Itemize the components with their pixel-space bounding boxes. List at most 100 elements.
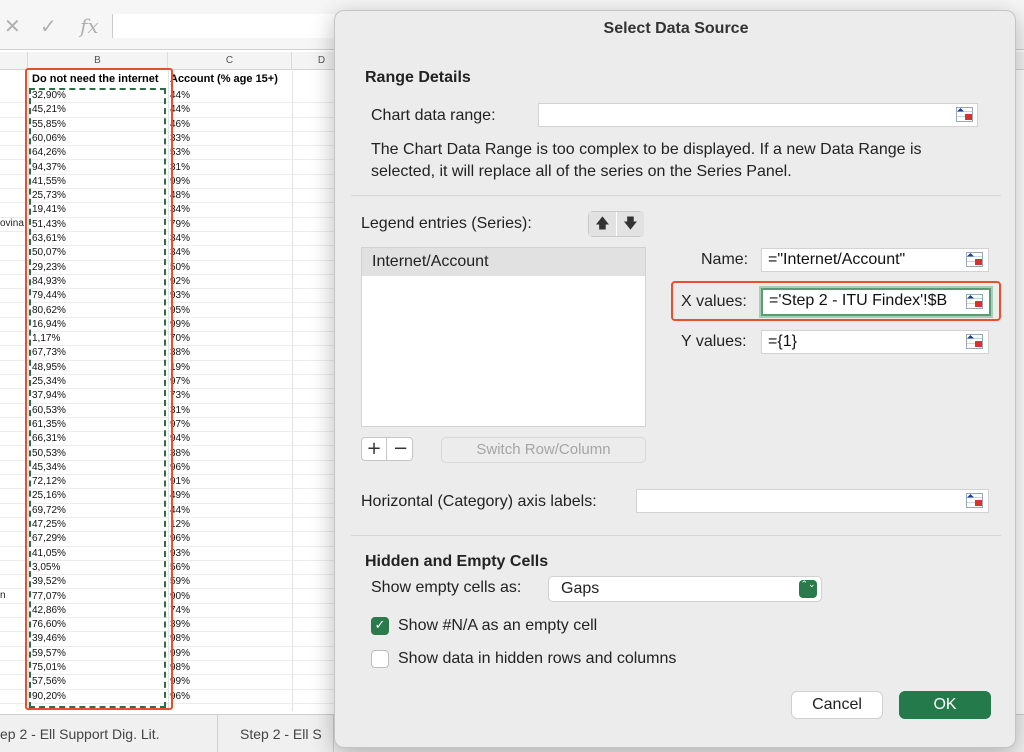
cell-c[interactable]: 38% — [170, 346, 190, 360]
cell-c[interactable]: 49% — [170, 489, 190, 503]
cell-c[interactable]: 99% — [170, 318, 190, 332]
cell-b[interactable]: 1,17% — [32, 332, 60, 346]
cell-b[interactable]: 84,93% — [32, 275, 66, 289]
cancel-edit-icon[interactable]: ✕ — [4, 14, 21, 38]
cell-b[interactable]: 94,37% — [32, 161, 66, 175]
move-down-arrow-icon[interactable]: 🡇 — [617, 212, 644, 236]
cell-c[interactable]: 99% — [170, 647, 190, 661]
cell-b[interactable]: 67,29% — [32, 532, 66, 546]
cell-b[interactable]: 80,62% — [32, 304, 66, 318]
cell-c[interactable]: 97% — [170, 375, 190, 389]
confirm-edit-icon[interactable]: ✓ — [40, 14, 57, 38]
cell-b[interactable]: 90,20% — [32, 690, 66, 704]
cell-b[interactable]: 16,94% — [32, 318, 66, 332]
cell-c[interactable]: 39% — [170, 618, 190, 632]
formula-input[interactable] — [112, 14, 342, 38]
cell-b[interactable]: 45,34% — [32, 461, 66, 475]
cell-c[interactable]: 44% — [170, 103, 190, 117]
cell-b[interactable]: 47,25% — [32, 518, 66, 532]
remove-series-button[interactable]: − — [388, 438, 413, 460]
cell-c[interactable]: 56% — [170, 561, 190, 575]
cell-b[interactable]: 45,21% — [32, 103, 66, 117]
cell-c[interactable]: 90% — [170, 590, 190, 604]
range-picker-icon[interactable] — [955, 106, 975, 124]
cell-c[interactable]: 95% — [170, 304, 190, 318]
cell-b[interactable]: 37,94% — [32, 389, 66, 403]
cell-b[interactable]: 3,05% — [32, 561, 60, 575]
ok-button[interactable]: OK — [899, 691, 991, 719]
y-values-field[interactable]: ={1} — [761, 330, 989, 354]
cell-b[interactable]: 79,44% — [32, 289, 66, 303]
cell-b[interactable]: 60,53% — [32, 404, 66, 418]
cell-c[interactable]: 93% — [170, 547, 190, 561]
y-values-range-picker-icon[interactable] — [965, 333, 985, 351]
cell-b[interactable]: 32,90% — [32, 89, 66, 103]
cancel-button[interactable]: Cancel — [791, 691, 883, 719]
cell-b[interactable]: 51,43% — [32, 218, 66, 232]
cell-b[interactable]: 61,35% — [32, 418, 66, 432]
cell-c[interactable]: 59% — [170, 575, 190, 589]
cell-b[interactable]: 41,05% — [32, 547, 66, 561]
cell-b[interactable]: 60,06% — [32, 132, 66, 146]
cell-b[interactable]: 19,41% — [32, 203, 66, 217]
function-icon[interactable]: fx — [80, 14, 99, 38]
cell-b[interactable]: 72,12% — [32, 475, 66, 489]
add-series-button[interactable]: + — [362, 438, 387, 460]
cell-b[interactable]: 69,72% — [32, 504, 66, 518]
cell-c[interactable]: 44% — [170, 89, 190, 103]
cell-b[interactable]: 57,56% — [32, 675, 66, 689]
series-item[interactable]: Internet/Account — [362, 248, 645, 276]
cell-b[interactable]: 76,60% — [32, 618, 66, 632]
show-hidden-data-checkbox[interactable] — [371, 650, 389, 668]
switch-row-column-button[interactable]: Switch Row/Column — [441, 437, 646, 463]
column-header-b[interactable]: B — [28, 52, 168, 70]
cell-a[interactable]: n — [0, 590, 6, 601]
cell-c[interactable]: 31% — [170, 161, 190, 175]
cell-b[interactable]: 67,73% — [32, 346, 66, 360]
cell-a[interactable]: ovina — [0, 218, 24, 229]
cell-c[interactable]: 70% — [170, 332, 190, 346]
cell-c[interactable]: 94% — [170, 432, 190, 446]
cell-b[interactable]: 39,52% — [32, 575, 66, 589]
cell-c[interactable]: 96% — [170, 532, 190, 546]
cell-c[interactable]: 99% — [170, 675, 190, 689]
cell-c[interactable]: 91% — [170, 475, 190, 489]
cell-b[interactable]: 29,23% — [32, 261, 66, 275]
cell-c[interactable]: 96% — [170, 690, 190, 704]
cell-c[interactable]: 12% — [170, 518, 190, 532]
name-field[interactable]: ="Internet/Account" — [761, 248, 989, 272]
cell-b[interactable]: 25,16% — [32, 489, 66, 503]
cell-c[interactable]: 98% — [170, 632, 190, 646]
cell-c[interactable]: 19% — [170, 361, 190, 375]
chart-data-range-field[interactable] — [538, 103, 978, 127]
cell-b[interactable]: 48,95% — [32, 361, 66, 375]
cell-c[interactable]: 44% — [170, 504, 190, 518]
column-header-a[interactable] — [0, 52, 28, 70]
cell-b[interactable]: 59,57% — [32, 647, 66, 661]
move-up-arrow-icon[interactable]: 🡅 — [589, 212, 616, 236]
cell-b[interactable]: 25,34% — [32, 375, 66, 389]
x-values-range-picker-icon[interactable] — [965, 293, 985, 311]
cell-c[interactable]: 33% — [170, 132, 190, 146]
cell-b[interactable]: 42,86% — [32, 604, 66, 618]
cell-b[interactable]: 77,07% — [32, 590, 66, 604]
cell-c[interactable]: 98% — [170, 661, 190, 675]
header-cell-do-not-need-internet[interactable]: Do not need the internet — [32, 71, 166, 87]
sheet-tab-ell-s[interactable]: Step 2 - Ell S — [230, 715, 334, 752]
axis-labels-range-picker-icon[interactable] — [965, 492, 985, 510]
cell-b[interactable]: 55,85% — [32, 118, 66, 132]
cell-b[interactable]: 75,01% — [32, 661, 66, 675]
cell-c[interactable]: 99% — [170, 175, 190, 189]
cell-b[interactable]: 25,73% — [32, 189, 66, 203]
cell-b[interactable]: 41,55% — [32, 175, 66, 189]
cell-b[interactable]: 66,31% — [32, 432, 66, 446]
cell-c[interactable]: 73% — [170, 389, 190, 403]
show-na-checkbox[interactable]: ✓ — [371, 617, 389, 635]
cell-c[interactable]: 93% — [170, 289, 190, 303]
cell-c[interactable]: 74% — [170, 604, 190, 618]
column-header-c[interactable]: C — [168, 52, 292, 70]
cell-grid[interactable]: Do not need the internet Account (% age … — [0, 71, 340, 711]
cell-c[interactable]: 79% — [170, 218, 190, 232]
cell-c[interactable]: 96% — [170, 461, 190, 475]
x-values-field[interactable]: ='Step 2 - ITU Findex'!$B — [761, 288, 991, 316]
